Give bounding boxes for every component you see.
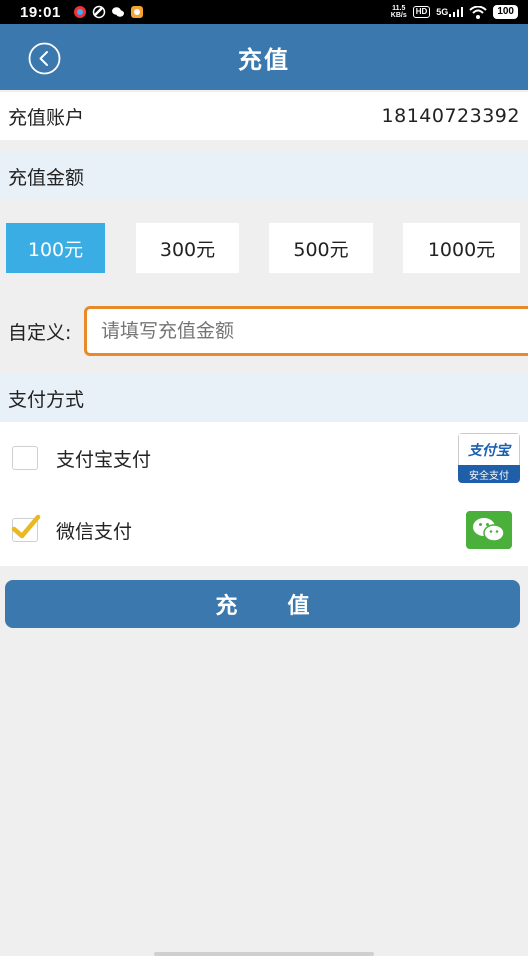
amount-option-1000[interactable]: 1000元 — [403, 223, 520, 273]
notification-icons — [73, 5, 144, 19]
checkmark-icon — [11, 514, 41, 539]
link-notification-icon — [92, 5, 106, 19]
account-value: 18140723392 — [381, 105, 520, 127]
account-row: 充值账户 18140723392 — [0, 92, 528, 140]
network-speed: 11.5 KB/s — [390, 5, 407, 19]
wechat-logo-icon — [466, 511, 512, 549]
status-time: 19:01 — [20, 3, 61, 21]
hd-badge: HD — [412, 6, 431, 18]
home-indicator[interactable] — [154, 952, 374, 956]
amount-option-500[interactable]: 500元 — [269, 223, 373, 273]
game-notification-icon — [130, 6, 143, 18]
battery-icon: 100 — [493, 5, 518, 19]
custom-amount-row: 自定义: — [0, 306, 528, 356]
alipay-label: 支付宝支付 — [56, 448, 152, 471]
amount-options: 100元 300元 500元 1000元 — [0, 223, 528, 275]
amount-option-100[interactable]: 100元 — [6, 223, 105, 273]
account-label: 充值账户 — [8, 106, 85, 129]
wifi-icon — [469, 5, 487, 19]
signal-icon: 5G — [436, 7, 464, 17]
payment-item-wechat[interactable]: 微信支付 — [0, 494, 528, 566]
app-notification-icon — [73, 6, 86, 18]
custom-amount-label: 自定义: — [8, 322, 72, 344]
alipay-checkbox[interactable] — [12, 446, 38, 470]
payment-methods: 支付宝支付 支付宝 安全支付 微信支付 — [0, 422, 528, 566]
wechat-notification-icon — [111, 7, 124, 17]
recharge-submit-button[interactable]: 充值 — [5, 580, 520, 628]
custom-amount-input[interactable] — [84, 306, 528, 356]
wechat-label: 微信支付 — [56, 520, 133, 543]
app-header: 充值 — [0, 24, 528, 90]
back-button[interactable] — [28, 42, 61, 75]
network-type: 5G — [436, 7, 449, 17]
amount-section-title: 充值金额 — [0, 152, 528, 200]
status-right: 11.5 KB/s HD 5G 100 — [391, 5, 518, 19]
amount-option-300[interactable]: 300元 — [136, 223, 239, 273]
payment-item-alipay[interactable]: 支付宝支付 支付宝 安全支付 — [0, 422, 528, 494]
alipay-logo-icon: 支付宝 安全支付 — [458, 433, 520, 483]
wechat-checkbox[interactable] — [11, 514, 41, 542]
status-bar: 19:01 11.5 KB/s HD 5G 100 — [0, 0, 528, 24]
page-title: 充值 — [238, 45, 290, 74]
payment-section-title: 支付方式 — [0, 374, 528, 422]
